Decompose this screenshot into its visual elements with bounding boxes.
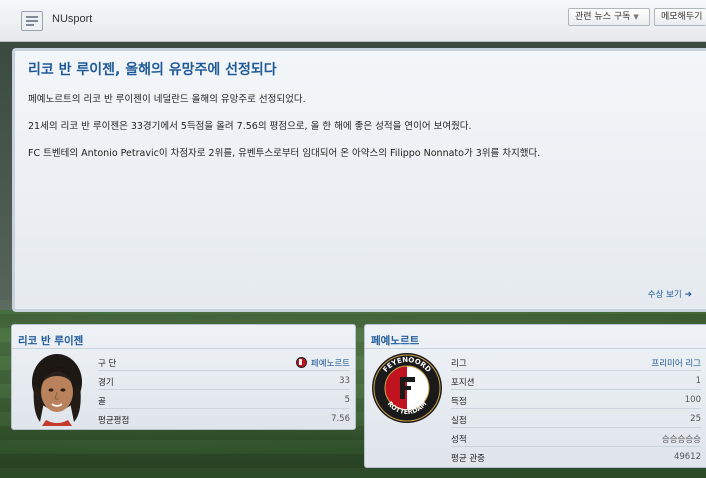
- row-value: 승승승승승: [661, 435, 701, 445]
- row-label: 포지션: [451, 378, 475, 388]
- subscribe-news-label: 관련 뉴스 구독: [575, 12, 631, 22]
- row-value: 페예노르트: [310, 359, 350, 369]
- row-value: 5: [344, 395, 350, 405]
- player-club-row: 구 단 페예노르트: [98, 354, 350, 371]
- article-paragraph: 21세의 리코 반 루이젠은 33경기에서 5득점을 올려 7.56의 평점으로…: [28, 121, 472, 132]
- club-goals-for-row: 득점 100: [451, 392, 701, 409]
- player-rating-row: 평균평점 7.56: [98, 411, 350, 428]
- subscribe-news-button[interactable]: 관련 뉴스 구독 ▼: [568, 8, 650, 26]
- view-awards-label: 수상 보기: [647, 290, 682, 300]
- club-league-row: 리그 프리미어 리그: [451, 354, 701, 371]
- top-bar: NUsport 관련 뉴스 구독 ▼ 메모해두기: [0, 0, 706, 42]
- row-value: 33: [339, 376, 350, 386]
- row-label: 성적: [451, 435, 467, 445]
- player-name-link[interactable]: 리코 반 루이젠: [18, 333, 83, 348]
- club-badge-icon: [295, 357, 307, 368]
- chevron-down-icon: ▼: [633, 13, 639, 21]
- club-info-card: 페예노르트 FEYENOORD ROTTERDAM 리그 프리미어 리그 포지션…: [364, 324, 706, 468]
- memo-label: 메모해두기: [661, 12, 703, 22]
- row-label: 평균평점: [98, 416, 130, 426]
- row-value: 100: [684, 395, 701, 405]
- news-article-panel: 리코 반 루이젠, 올해의 유망주에 선정되다 페예노르트의 리코 반 루이젠이…: [12, 48, 706, 312]
- row-label: 경기: [98, 378, 114, 388]
- league-link[interactable]: 프리미어 리그: [651, 357, 701, 369]
- club-crest-logo: FEYENOORD ROTTERDAM: [372, 353, 442, 423]
- player-goals-row: 골 5: [98, 392, 350, 409]
- memo-button[interactable]: 메모해두기: [654, 8, 706, 26]
- row-label: 구 단: [98, 359, 117, 369]
- row-label: 실점: [451, 416, 467, 426]
- news-icon: [21, 11, 43, 31]
- player-appearances-row: 경기 33: [98, 373, 350, 390]
- player-face-image: [32, 354, 82, 426]
- row-label: 득점: [451, 397, 467, 407]
- row-value: 25: [690, 414, 701, 424]
- arrow-right-icon: ➜: [684, 290, 692, 300]
- row-value: 49612: [673, 452, 701, 462]
- article-paragraph: 페예노르트의 리코 반 루이젠이 네덜란드 올해의 유망주로 선정되었다.: [28, 94, 306, 105]
- article-paragraph: FC 트벤테의 Antonio Petravic이 차점자로 2위를, 유벤투스…: [28, 148, 541, 159]
- club-link[interactable]: 페예노르트: [295, 357, 350, 369]
- club-attendance-row: 평균 관중 49612: [451, 449, 701, 466]
- club-name-link[interactable]: 페예노르트: [371, 333, 419, 348]
- row-label: 리그: [451, 359, 467, 369]
- news-source-title: NUsport: [52, 13, 93, 25]
- row-value: 1: [695, 376, 701, 386]
- divider: [365, 348, 706, 349]
- club-position-row: 포지션 1: [451, 373, 701, 390]
- club-form-row: 성적 승승승승승: [451, 430, 701, 447]
- row-label: 평균 관중: [451, 454, 485, 464]
- view-awards-link[interactable]: 수상 보기 ➜: [648, 288, 692, 300]
- divider: [12, 348, 355, 349]
- article-headline: 리코 반 루이젠, 올해의 유망주에 선정되다: [28, 62, 277, 78]
- row-value: 7.56: [331, 414, 350, 424]
- row-label: 골: [98, 397, 106, 407]
- player-info-card: 리코 반 루이젠 구 단 페예노르트 경기 33 골 5 평균평점 7.56: [11, 324, 356, 430]
- club-goals-against-row: 실점 25: [451, 411, 701, 428]
